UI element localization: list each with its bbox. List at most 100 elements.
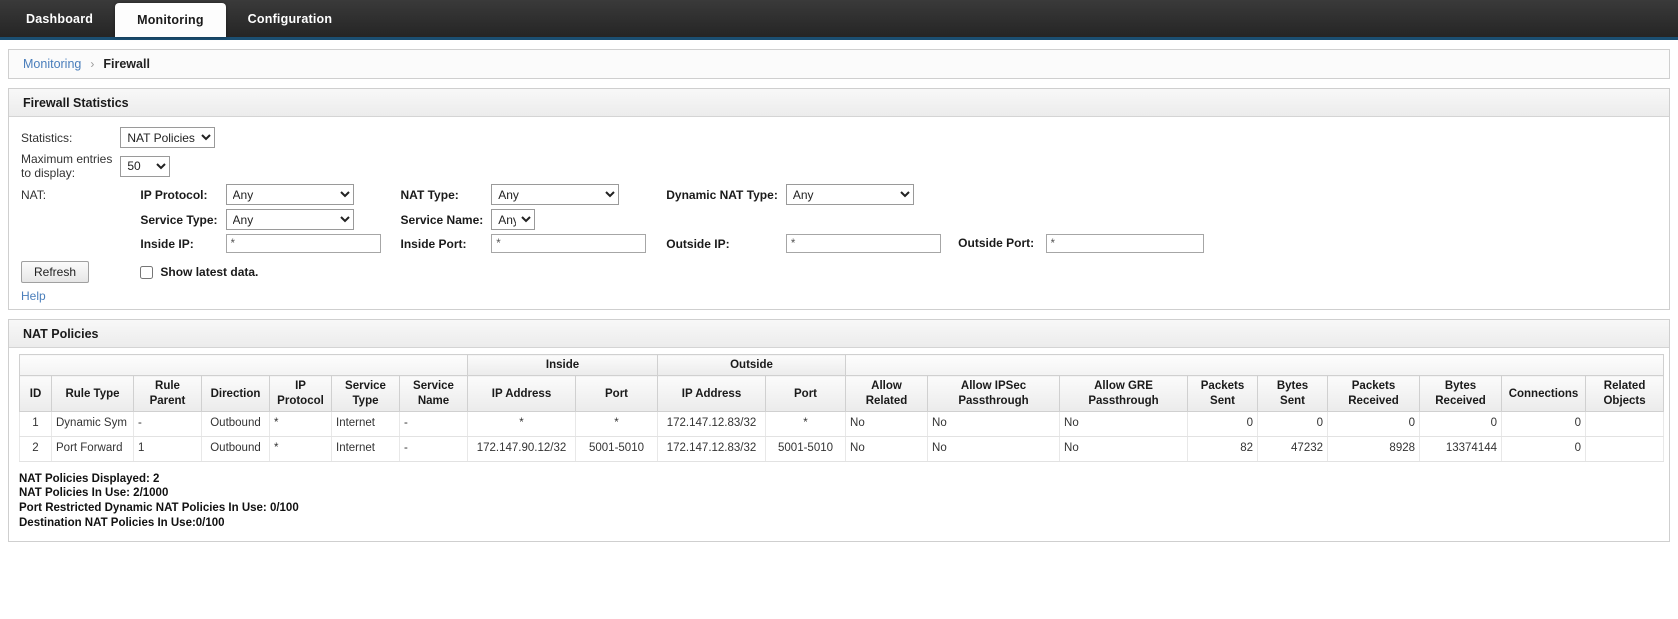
cell-packets-sent: 82 [1187, 436, 1259, 462]
col-header-allow-related[interactable]: Allow Related [845, 375, 929, 413]
refresh-button[interactable]: Refresh [21, 261, 90, 283]
ip-port-row-spacer [9, 232, 120, 255]
inside-port-input-cell [491, 232, 647, 255]
cell-rule-type: Dynamic Sym [51, 411, 134, 437]
col-header-outside-ip-address[interactable]: IP Address [657, 375, 767, 413]
col-header-rule-parent[interactable]: Rule Parent [133, 375, 202, 413]
service-name-label: Service Name: [400, 212, 484, 227]
summary-line-destination-nat: Destination NAT Policies In Use:0/100 [19, 516, 225, 529]
col-header-id[interactable]: ID [19, 375, 52, 413]
col-header-allow-ipsec-passthrough[interactable]: Allow IPSec Passthrough [927, 375, 1061, 413]
inside-ip-input[interactable] [225, 234, 381, 253]
statistics-select-cell: NAT Policies [120, 125, 1203, 150]
nat-protocol-row: NAT: IP Protocol: Any NAT Type: Any Dyna… [9, 182, 1204, 207]
cell-service-name: - [399, 411, 468, 437]
cell-rule-type: Port Forward [51, 436, 134, 462]
firewall-statistics-body: Statistics: NAT Policies Maximum entries… [9, 117, 1669, 309]
max-entries-label-line1: Maximum entries [21, 152, 113, 166]
ip-protocol-select-cell: Any [225, 182, 381, 207]
nav-tab-monitoring[interactable]: Monitoring [115, 3, 226, 37]
cell-service-name: - [399, 436, 468, 462]
cell-inside-ip: * [467, 411, 576, 437]
breadcrumb-separator-icon: › [90, 57, 95, 71]
col-header-packets-sent[interactable]: Packets Sent [1187, 375, 1259, 413]
col-header-bytes-received[interactable]: Bytes Received [1419, 375, 1503, 413]
max-entries-label: Maximum entries to display: [9, 150, 120, 182]
cell-bytes-received: 0 [1419, 411, 1503, 437]
cell-allow-related: No [845, 411, 929, 437]
cell-outside-ip: 172.147.12.83/32 [657, 411, 767, 437]
col-header-bytes-sent[interactable]: Bytes Sent [1257, 375, 1329, 413]
cell-related-objects [1585, 436, 1665, 462]
col-header-packets-received[interactable]: Packets Received [1327, 375, 1421, 413]
breadcrumb-current-firewall: Firewall [103, 57, 150, 71]
cell-connections: 0 [1501, 411, 1587, 437]
ip-protocol-label: IP Protocol: [140, 187, 208, 202]
cell-allow-gre: No [1059, 436, 1189, 462]
outside-port-input[interactable] [1045, 234, 1204, 253]
cell-bytes-sent: 47232 [1257, 436, 1329, 462]
col-header-allow-gre-passthrough[interactable]: Allow GRE Passthrough [1059, 375, 1189, 413]
help-link[interactable]: Help [9, 289, 46, 303]
top-navigation-bar: Dashboard Monitoring Configuration [0, 0, 1678, 40]
group-header-blank-left [19, 353, 468, 377]
cell-bytes-received: 13374144 [1419, 436, 1503, 462]
table-row[interactable]: 1 Dynamic Sym - Outbound * Internet - * … [19, 411, 1665, 437]
ip-protocol-select[interactable]: Any [225, 184, 354, 205]
max-entries-row: Maximum entries to display: 50 [9, 150, 1204, 182]
breadcrumb-container: Monitoring › Firewall [0, 40, 1678, 79]
nat-type-select[interactable]: Any [491, 184, 620, 205]
statistics-label: Statistics: [21, 130, 73, 145]
max-entries-select[interactable]: 50 [120, 155, 171, 177]
dynamic-nat-type-select-cell: Any [785, 182, 1204, 207]
nav-tab-configuration[interactable]: Configuration [226, 0, 355, 37]
inside-port-input[interactable] [491, 234, 647, 253]
col-header-direction[interactable]: Direction [201, 375, 270, 413]
service-type-select[interactable]: Any [225, 209, 354, 230]
nat-policies-table-wrapper: Inside Outside ID Rule Type Rule Parent D… [9, 348, 1669, 462]
col-header-inside-ip-address[interactable]: IP Address [467, 375, 576, 413]
outside-ip-input-cell: Outside Port: [785, 232, 1204, 255]
nat-policies-table-body: 1 Dynamic Sym - Outbound * Internet - * … [19, 411, 1665, 462]
max-entries-label-line2: to display: [21, 166, 76, 180]
outside-ip-input[interactable] [785, 234, 941, 253]
group-header-outside: Outside [657, 353, 847, 377]
max-entries-select-cell: 50 [120, 150, 1203, 182]
nat-type-label: NAT Type: [400, 187, 459, 202]
service-name-select[interactable]: Any [491, 209, 536, 230]
firewall-filter-form: Statistics: NAT Policies Maximum entries… [9, 125, 1204, 285]
col-header-ip-protocol[interactable]: IP Protocol [269, 375, 332, 413]
outside-ip-label: Outside IP: [666, 236, 730, 251]
cell-direction: Outbound [201, 436, 270, 462]
firewall-statistics-panel: Firewall Statistics Statistics: NAT Poli… [8, 88, 1670, 310]
nav-tab-dashboard[interactable]: Dashboard [4, 0, 115, 37]
col-header-service-type[interactable]: Service Type [331, 375, 400, 413]
col-header-rule-type[interactable]: Rule Type [51, 375, 134, 413]
cell-allow-gre: No [1059, 411, 1189, 437]
service-row: Service Type: Any Service Name: Any [9, 207, 1204, 232]
show-latest-cell: Show latest data. [120, 255, 1203, 285]
group-header-row: Inside Outside [19, 353, 1665, 377]
nat-type-select-cell: Any [491, 182, 646, 207]
col-header-connections[interactable]: Connections [1501, 375, 1587, 413]
col-header-inside-port[interactable]: Port [574, 375, 659, 413]
table-row[interactable]: 2 Port Forward 1 Outbound * Internet - 1… [19, 436, 1665, 462]
show-latest-data-checkbox[interactable] [140, 265, 154, 279]
show-latest-data-label: Show latest data. [160, 265, 259, 279]
dynamic-nat-type-select[interactable]: Any [785, 184, 914, 205]
cell-packets-sent: 0 [1187, 411, 1259, 437]
actions-row: Refresh Show latest data. [9, 255, 1204, 285]
summary-line-port-restricted: Port Restricted Dynamic NAT Policies In … [19, 502, 299, 515]
breadcrumb-link-monitoring[interactable]: Monitoring [23, 57, 81, 71]
col-header-service-name[interactable]: Service Name [399, 375, 468, 413]
cell-outside-port: 5001-5010 [765, 436, 847, 462]
col-header-related-objects[interactable]: Related Objects [1585, 375, 1665, 413]
col-header-outside-port[interactable]: Port [765, 375, 847, 413]
ip-port-row: Inside IP: Inside Port: Outside IP: Outs… [9, 232, 1204, 255]
service-type-label: Service Type: [140, 212, 218, 227]
cell-allow-ipsec: No [927, 411, 1061, 437]
cell-direction: Outbound [201, 411, 270, 437]
statistics-select[interactable]: NAT Policies [120, 127, 216, 148]
cell-rule-parent: - [133, 411, 202, 437]
cell-rule-parent: 1 [133, 436, 202, 462]
